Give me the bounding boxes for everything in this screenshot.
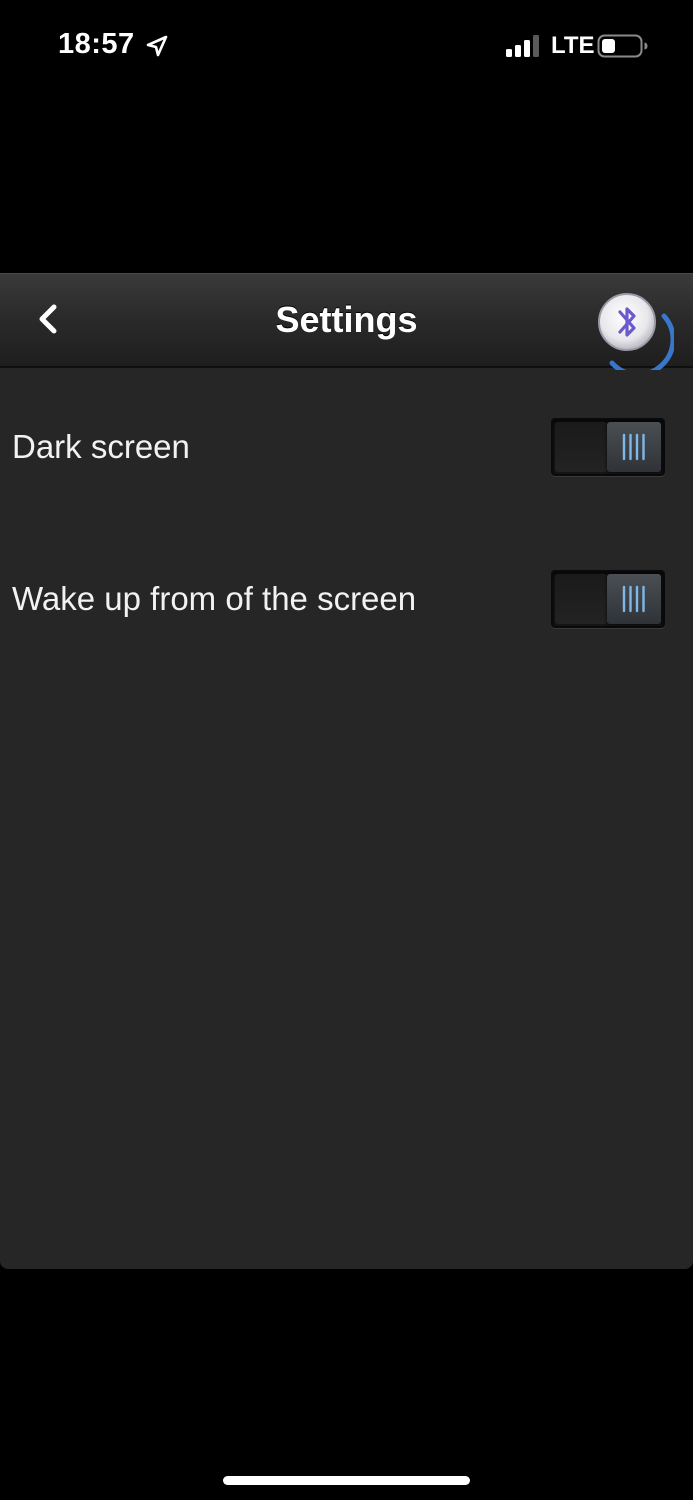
setting-row-wake-up: Wake up from of the screen [0, 558, 693, 638]
toggle-thumb [607, 422, 661, 472]
status-bar: 18:57 LTE [0, 0, 693, 90]
toggle-thumb [607, 574, 661, 624]
settings-screen: Settings Dark screen Wake up from of the… [0, 273, 693, 1269]
grip-lines-icon [622, 585, 645, 613]
network-type-label: LTE [551, 32, 595, 59]
wake-up-toggle[interactable] [551, 570, 665, 628]
cellular-signal-icon [506, 34, 542, 58]
location-arrow-icon [145, 34, 169, 58]
grip-lines-icon [622, 433, 645, 461]
status-time: 18:57 [58, 28, 135, 60]
navigation-bar: Settings [0, 273, 693, 378]
setting-row-dark-screen: Dark screen [0, 406, 693, 486]
page-title: Settings [275, 299, 418, 340]
setting-label: Dark screen [12, 428, 190, 465]
dark-screen-toggle[interactable] [551, 418, 665, 476]
bluetooth-button[interactable] [592, 288, 676, 378]
battery-icon [597, 34, 649, 58]
setting-label: Wake up from of the screen [12, 580, 417, 617]
home-indicator[interactable] [223, 1476, 470, 1485]
